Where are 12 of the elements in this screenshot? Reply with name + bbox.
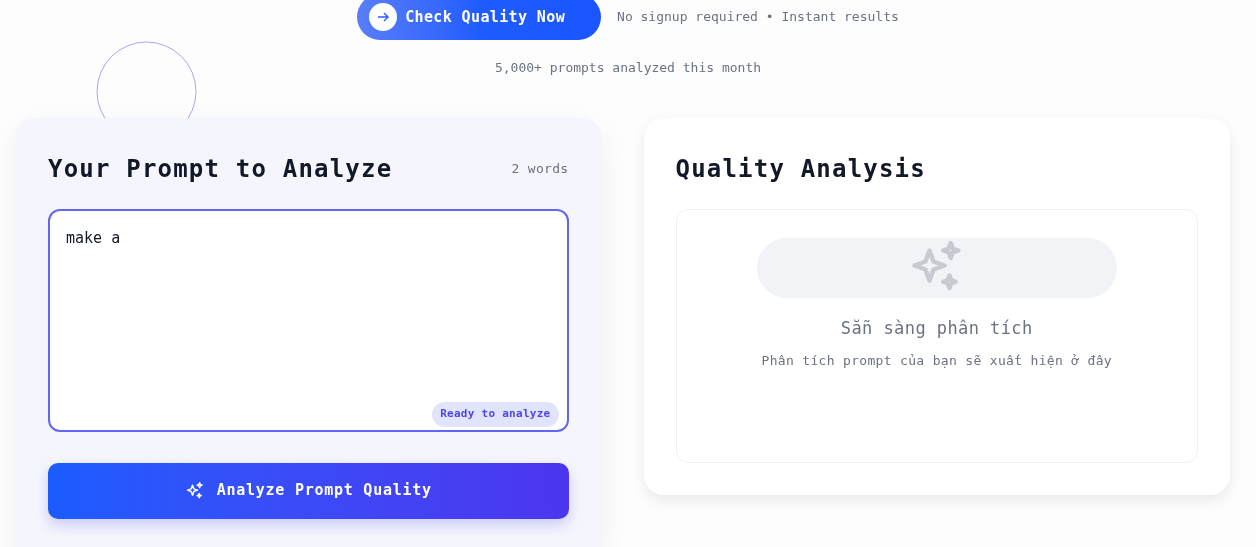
check-quality-button[interactable]: Check Quality Now — [357, 0, 602, 40]
panel-title: Your Prompt to Analyze — [48, 153, 393, 185]
empty-state-message: Phân tích prompt của bạn sẽ xuất hiện ở đây — [761, 352, 1112, 370]
empty-state-title: Sẵn sàng phân tích — [840, 316, 1033, 340]
arrow-right-icon — [369, 3, 398, 31]
stats-text: 5,000+ prompts analyzed this month — [494, 59, 762, 77]
status-badge: Ready to analyze — [432, 402, 559, 427]
analyze-button[interactable]: Analyze Prompt Quality — [48, 462, 569, 519]
word-count: 2 words — [511, 159, 569, 178]
signup-note: No signup required • Instant results — [617, 8, 899, 27]
sparkles-icon — [184, 480, 205, 501]
panel-title: Quality Analysis — [675, 154, 926, 183]
